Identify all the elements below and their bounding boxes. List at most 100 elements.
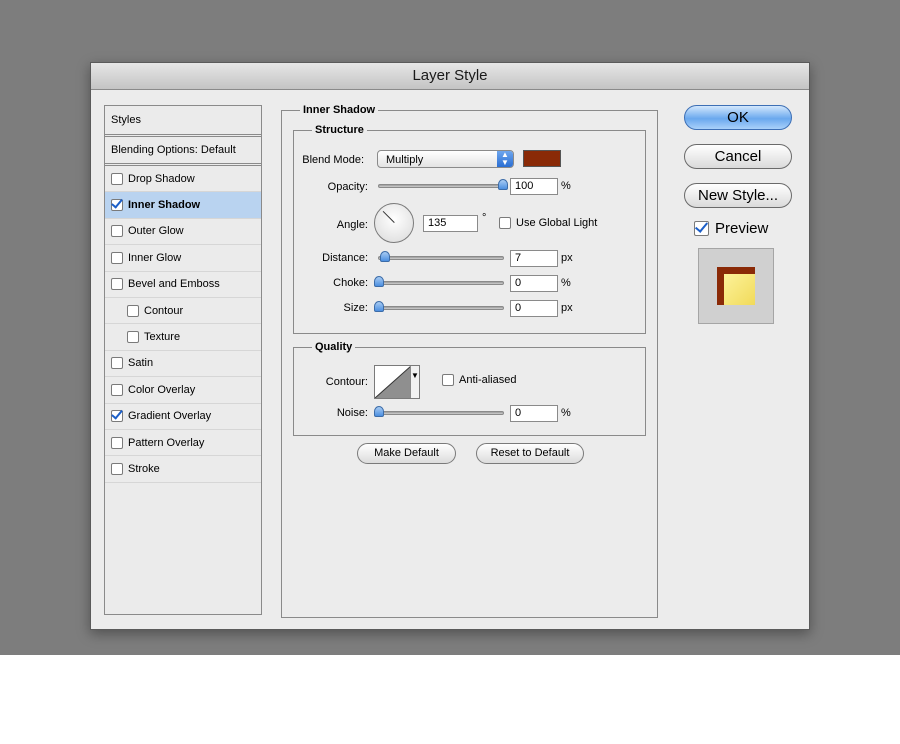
style-item-label: Drop Shadow (128, 172, 195, 185)
shadow-color-swatch[interactable] (523, 150, 561, 167)
style-item-label: Satin (128, 357, 154, 370)
ok-button[interactable]: OK (684, 105, 792, 130)
use-global-light-checkbox[interactable] (499, 217, 511, 229)
style-item[interactable]: Inner Glow (105, 245, 261, 272)
distance-slider-thumb[interactable] (380, 251, 391, 262)
angle-dial-needle (382, 210, 395, 223)
style-item[interactable]: Satin (105, 351, 261, 378)
distance-slider[interactable] (378, 251, 504, 262)
use-global-light-label: Use Global Light (516, 217, 598, 229)
size-slider-thumb[interactable] (374, 301, 384, 312)
make-default-button[interactable]: Make Default (357, 443, 456, 464)
style-item[interactable]: Contour (105, 298, 261, 325)
style-item[interactable]: Stroke (105, 456, 261, 483)
style-item-label: Inner Shadow (128, 199, 201, 212)
style-item-checkbox[interactable] (111, 436, 123, 449)
blend-mode-label: Blend Mode: (302, 154, 364, 166)
anti-aliased-label: Anti-aliased (459, 374, 517, 386)
structure-group: Structure Blend Mode: Multiply ▲ ▼ Opacit… (293, 124, 646, 334)
preview-label: Preview (715, 220, 769, 237)
distance-input[interactable]: 7 (510, 250, 558, 267)
style-item[interactable]: Outer Glow (105, 219, 261, 246)
use-global-light-row[interactable]: Use Global Light (499, 217, 597, 229)
size-label: Size: (343, 302, 368, 314)
noise-input[interactable]: 0 (510, 405, 558, 422)
anti-aliased-row[interactable]: Anti-aliased (442, 374, 516, 386)
distance-label: Distance: (322, 252, 368, 264)
quality-group: Quality Contour: ▼ Anti-aliased Noise: 0… (293, 341, 646, 436)
style-item-checkbox[interactable] (127, 304, 139, 317)
quality-title: Quality (312, 341, 356, 353)
style-item-checkbox[interactable] (111, 172, 123, 185)
style-item-checkbox[interactable] (111, 278, 123, 291)
style-item[interactable]: Gradient Overlay (105, 404, 261, 430)
style-item-label: Texture (144, 331, 181, 344)
style-item-checkbox[interactable] (111, 383, 123, 396)
style-item[interactable]: Bevel and Emboss (105, 272, 261, 298)
size-slider[interactable] (374, 301, 504, 312)
styles-list: Styles Blending Options: Default Drop Sh… (104, 105, 262, 615)
select-arrows-icon: ▲ ▼ (497, 151, 513, 167)
window-title: Layer Style (91, 63, 809, 90)
blend-mode-select[interactable]: Multiply ▲ ▼ (377, 150, 514, 168)
choke-slider-thumb[interactable] (374, 276, 384, 287)
noise-slider[interactable] (374, 406, 504, 417)
contour-label: Contour: (325, 376, 368, 388)
opacity-label: Opacity: (327, 181, 368, 193)
style-item-label: Stroke (128, 462, 160, 475)
noise-unit: % (561, 407, 571, 419)
style-item[interactable]: Texture (105, 324, 261, 351)
opacity-slider[interactable] (378, 179, 508, 190)
size-input[interactable]: 0 (510, 300, 558, 317)
choke-slider[interactable] (374, 276, 504, 287)
style-item-label: Pattern Overlay (128, 436, 205, 449)
style-item[interactable]: Color Overlay (105, 377, 261, 404)
new-style-button[interactable]: New Style... (684, 183, 792, 208)
anti-aliased-checkbox[interactable] (442, 374, 454, 386)
cancel-button[interactable]: Cancel (684, 144, 792, 169)
style-item-checkbox[interactable] (111, 199, 123, 212)
contour-curve-icon (375, 366, 411, 398)
style-item-checkbox[interactable] (111, 462, 123, 475)
style-item-checkbox[interactable] (127, 331, 139, 344)
layer-style-dialog: Layer Style Styles Blending Options: Def… (90, 62, 810, 630)
style-item[interactable]: Drop Shadow (105, 166, 261, 193)
style-item-label: Color Overlay (128, 383, 196, 396)
style-item[interactable]: Pattern Overlay (105, 430, 261, 457)
style-item-label: Bevel and Emboss (128, 278, 220, 291)
preview-square (717, 267, 755, 305)
style-item-label: Gradient Overlay (128, 410, 212, 423)
distance-unit: px (561, 252, 573, 264)
style-item-label: Inner Glow (128, 251, 182, 264)
opacity-input[interactable]: 100 (510, 178, 558, 195)
style-item-label: Contour (144, 304, 184, 317)
contour-picker[interactable]: ▼ (374, 365, 420, 399)
reset-to-default-button[interactable]: Reset to Default (476, 443, 584, 464)
styles-header[interactable]: Styles (105, 106, 261, 137)
contour-dropdown-arrow-icon[interactable]: ▼ (410, 366, 419, 398)
size-unit: px (561, 302, 573, 314)
style-item-label: Outer Glow (128, 225, 184, 238)
noise-label: Noise: (336, 407, 368, 419)
choke-unit: % (561, 277, 571, 289)
preview-row[interactable]: Preview (694, 220, 768, 237)
style-item-checkbox[interactable] (111, 251, 123, 264)
opacity-slider-thumb[interactable] (498, 179, 508, 190)
noise-slider-thumb[interactable] (374, 406, 384, 417)
blend-mode-value: Multiply (386, 154, 424, 166)
blending-options-item[interactable]: Blending Options: Default (105, 137, 261, 166)
choke-label: Choke: (333, 277, 368, 289)
angle-input[interactable]: 135 (423, 215, 478, 232)
preview-checkbox[interactable] (694, 221, 709, 236)
opacity-unit: % (561, 180, 571, 192)
style-item-checkbox[interactable] (111, 225, 123, 238)
choke-input[interactable]: 0 (510, 275, 558, 292)
inner-shadow-panel: Inner Shadow Structure Blend Mode: Multi… (281, 104, 658, 618)
style-item-checkbox[interactable] (111, 357, 123, 370)
angle-dial[interactable] (374, 203, 414, 243)
angle-unit: ° (482, 212, 487, 224)
structure-title: Structure (312, 124, 367, 136)
style-item-checkbox[interactable] (111, 410, 123, 423)
style-preview-thumbnail (698, 248, 774, 324)
style-item[interactable]: Inner Shadow (105, 192, 261, 219)
